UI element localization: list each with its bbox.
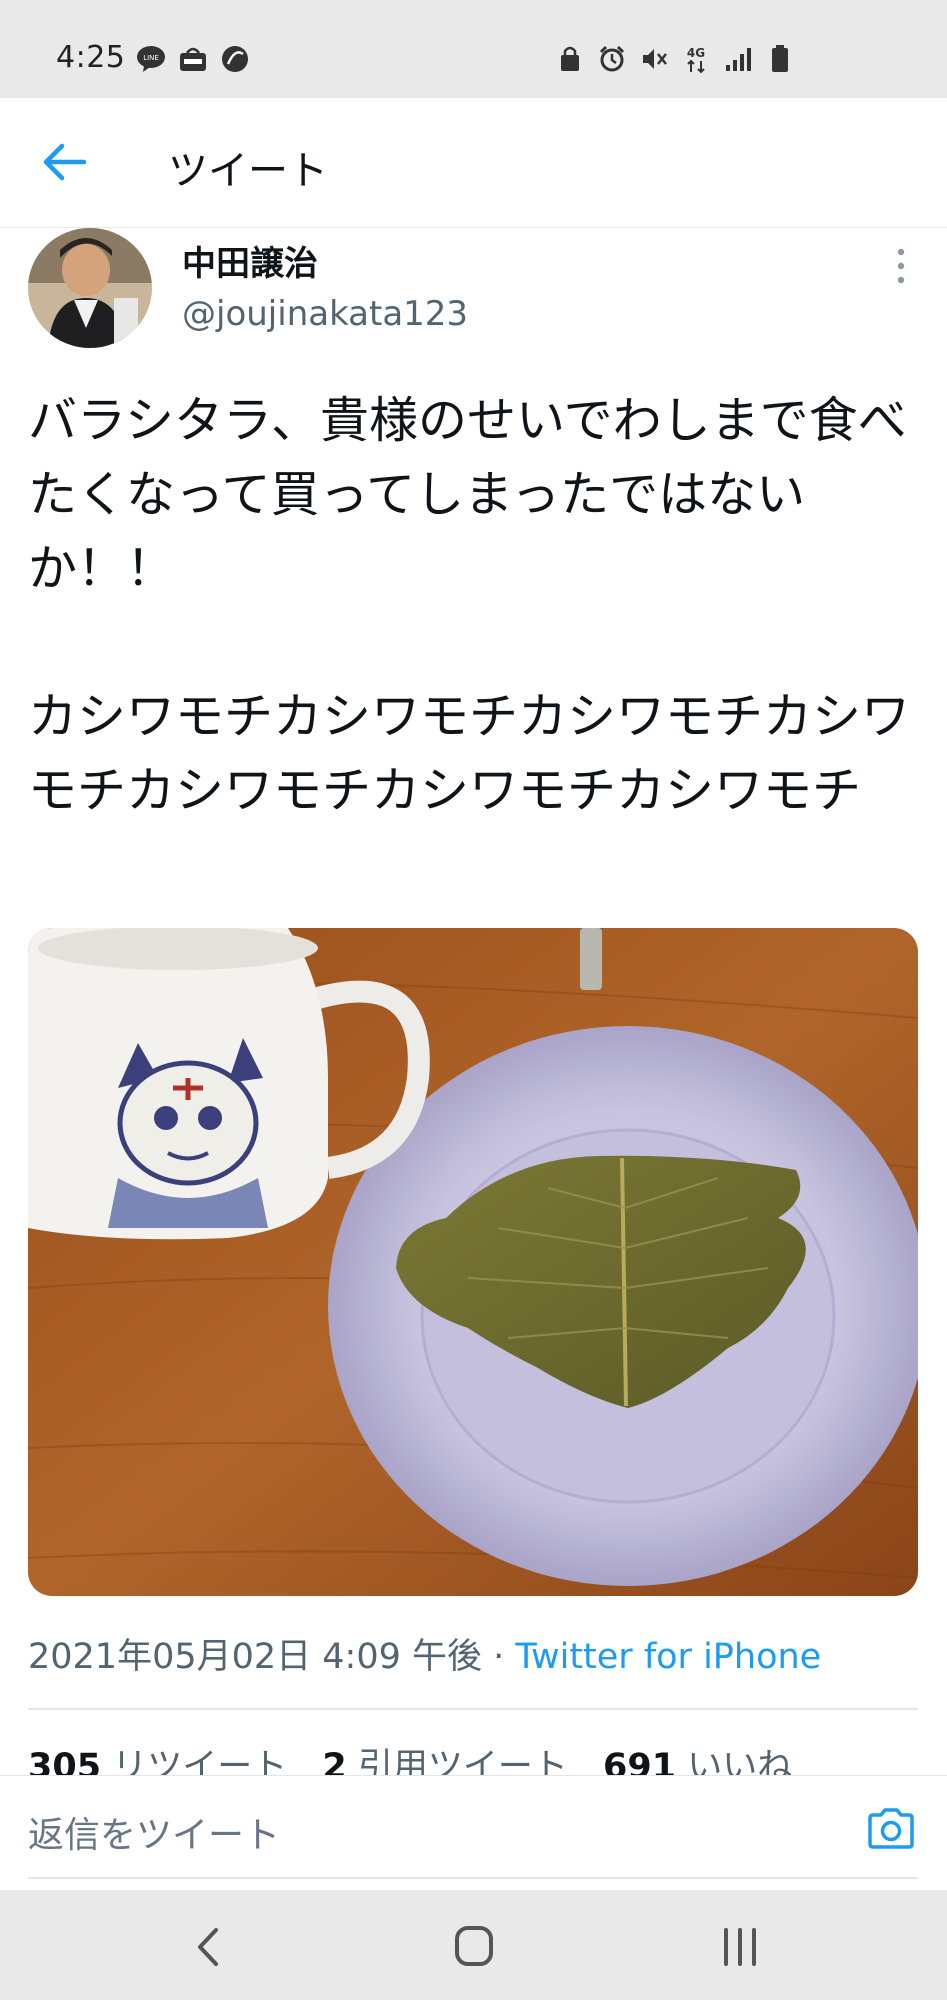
network-4g-icon: 4G bbox=[681, 44, 711, 74]
more-options-button[interactable] bbox=[888, 244, 914, 288]
status-time: 4:25 bbox=[56, 40, 126, 75]
app-icon bbox=[220, 44, 250, 74]
signal-icon bbox=[723, 44, 753, 74]
nav-home-button[interactable] bbox=[444, 1924, 504, 1970]
notification-icons: LINE bbox=[136, 44, 250, 74]
camera-button[interactable] bbox=[866, 1806, 916, 1850]
tweet-stats: 305 リツイート 2 引用ツイート 691 いいね bbox=[28, 1738, 918, 1780]
divider bbox=[28, 1708, 918, 1710]
nav-recents-button[interactable] bbox=[710, 1924, 770, 1970]
camera-icon bbox=[868, 1808, 914, 1849]
author-name[interactable]: 中田譲治 bbox=[182, 236, 318, 285]
back-button[interactable] bbox=[38, 140, 92, 184]
alarm-icon bbox=[597, 44, 627, 74]
nav-back-button[interactable] bbox=[180, 1924, 240, 1970]
tweet-photo[interactable] bbox=[28, 928, 918, 1596]
back-nav-icon bbox=[198, 1928, 218, 1966]
network-label: 4G bbox=[687, 46, 705, 60]
tweet-text: バラシタラ、貴様のせいでわしまで食べたくなって買ってしまったではないか！！ カシ… bbox=[28, 392, 911, 819]
tweet-author: 中田譲治 @joujinakata123 bbox=[0, 228, 947, 358]
page-title: ツイート bbox=[168, 148, 328, 194]
line-icon: LINE bbox=[136, 44, 166, 74]
market-icon bbox=[178, 44, 208, 74]
avatar[interactable] bbox=[28, 228, 152, 348]
recents-nav-icon bbox=[724, 1928, 756, 1966]
tweet-meta: 2021年05月02日 4:09 午後 · Twitter for iPhone bbox=[28, 1628, 821, 1679]
kashiwamochi-photo bbox=[28, 928, 918, 1596]
svg-text:LINE: LINE bbox=[143, 54, 159, 62]
lock-icon bbox=[555, 44, 585, 74]
reply-bar: 返信をツイート bbox=[0, 1775, 947, 1878]
system-icons: 4G bbox=[555, 44, 795, 74]
app-header: ツイート bbox=[0, 98, 947, 228]
mute-icon bbox=[639, 44, 669, 74]
reply-underline bbox=[28, 1877, 918, 1879]
author-handle[interactable]: @joujinakata123 bbox=[182, 294, 468, 334]
more-vertical-icon bbox=[897, 248, 905, 284]
tweet-timestamp: 2021年05月02日 4:09 午後 bbox=[28, 1637, 482, 1677]
reply-input[interactable]: 返信をツイート bbox=[28, 1806, 280, 1858]
system-nav-bar bbox=[0, 1890, 947, 2000]
home-nav-icon bbox=[455, 1926, 493, 1966]
battery-icon bbox=[765, 44, 795, 74]
meta-separator: · bbox=[482, 1637, 516, 1677]
arrow-left-icon bbox=[43, 143, 87, 181]
status-bar: 4:25 LINE 4G bbox=[0, 0, 947, 98]
tweet-source-link[interactable]: Twitter for iPhone bbox=[515, 1637, 821, 1677]
